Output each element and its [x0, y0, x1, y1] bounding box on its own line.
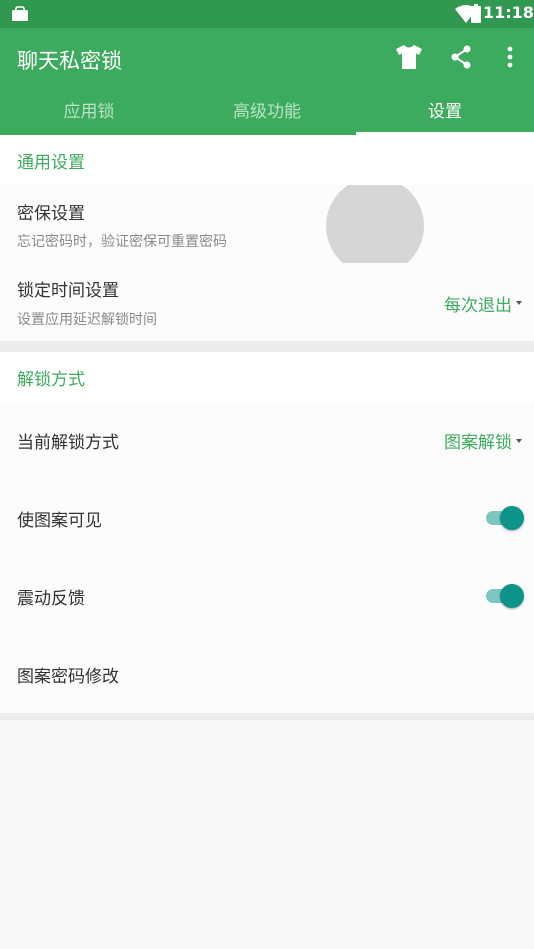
pattern-visible-row[interactable]: 使图案可见 — [0, 480, 534, 558]
toggle-thumb — [500, 584, 524, 608]
lock-time-title: 锁定时间设置 — [17, 281, 119, 301]
more-vertical-icon[interactable] — [505, 45, 515, 69]
change-pattern-title: 图案密码修改 — [17, 667, 119, 687]
chevron-down-icon — [516, 301, 522, 305]
tab-bar: 应用锁 高级功能 设置 — [0, 94, 534, 135]
app-bar: 聊天私密锁 应用锁 高级功能 设置 — [0, 28, 534, 135]
section-title-general: 通用设置 — [17, 153, 85, 173]
vibration-feedback-toggle[interactable] — [486, 582, 526, 610]
tab-advanced-features[interactable]: 高级功能 — [178, 94, 356, 135]
change-pattern-row[interactable]: 图案密码修改 — [0, 636, 534, 713]
share-icon[interactable] — [450, 45, 472, 69]
lock-time-subtitle: 设置应用延迟解锁时间 — [17, 312, 157, 328]
vibration-feedback-row[interactable]: 震动反馈 — [0, 558, 534, 636]
section-title-unlock: 解锁方式 — [17, 370, 85, 390]
shopping-bag-icon — [12, 6, 28, 21]
lock-time-row[interactable]: 锁定时间设置 设置应用延迟解锁时间 每次退出 — [0, 263, 534, 341]
current-unlock-method-row[interactable]: 当前解锁方式 图案解锁 — [0, 402, 534, 480]
vibration-feedback-title: 震动反馈 — [17, 589, 85, 609]
general-settings-card: 密保设置 忘记密码时，验证密保可重置密码 锁定时间设置 设置应用延迟解锁时间 每… — [0, 185, 534, 341]
touch-ripple — [325, 185, 425, 263]
shirt-icon[interactable] — [395, 44, 423, 70]
toggle-thumb — [500, 506, 524, 530]
security-question-row[interactable]: 密保设置 忘记密码时，验证密保可重置密码 — [0, 185, 534, 263]
pattern-visible-toggle[interactable] — [486, 504, 526, 532]
battery-icon — [471, 4, 481, 23]
app-title: 聊天私密锁 — [17, 49, 122, 73]
security-question-title: 密保设置 — [17, 204, 85, 224]
pattern-visible-title: 使图案可见 — [17, 511, 102, 531]
section-header-general: 通用设置 — [0, 135, 534, 185]
unlock-settings-card: 当前解锁方式 图案解锁 使图案可见 震动反馈 图案密码修改 — [0, 402, 534, 713]
unlock-method-dropdown[interactable]: 图案解锁 — [444, 428, 512, 453]
section-header-unlock: 解锁方式 — [0, 352, 534, 402]
status-bar: 11:18 — [0, 0, 534, 28]
tab-app-lock[interactable]: 应用锁 — [0, 94, 178, 135]
security-question-subtitle: 忘记密码时，验证密保可重置密码 — [17, 234, 227, 250]
section-divider — [0, 341, 534, 352]
tab-settings[interactable]: 设置 — [356, 94, 534, 135]
chevron-down-icon — [516, 439, 522, 443]
lock-time-dropdown[interactable]: 每次退出 — [444, 291, 512, 316]
status-time: 11:18 — [483, 3, 534, 22]
section-divider — [0, 713, 534, 720]
current-unlock-method-title: 当前解锁方式 — [17, 433, 119, 453]
